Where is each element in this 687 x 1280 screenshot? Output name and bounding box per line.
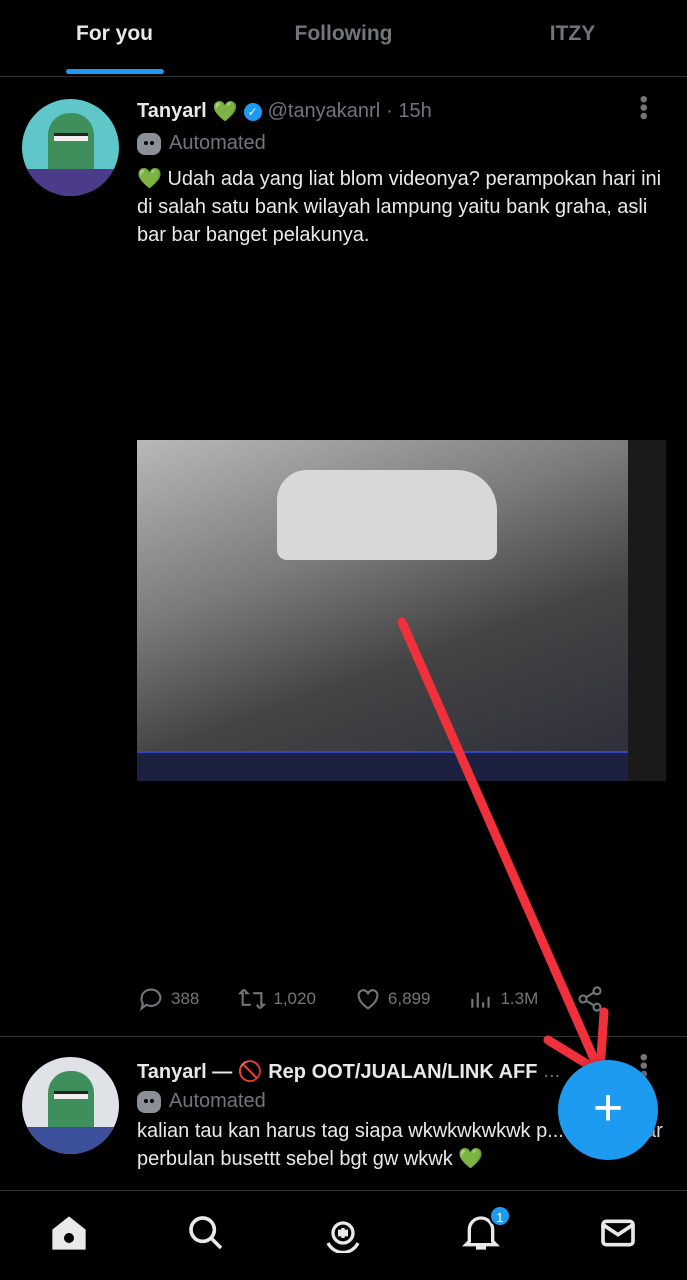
retweet-icon (238, 988, 267, 1010)
heart-icon (357, 989, 379, 1010)
nav-notifications[interactable]: 1 (461, 1205, 511, 1258)
nav-messages[interactable] (598, 1213, 638, 1258)
nav-home[interactable] (49, 1213, 89, 1258)
verified-icon: ✓ (243, 102, 262, 121)
notification-badge: 1 (488, 1205, 511, 1227)
author-name[interactable]: Tanyarl (137, 100, 207, 123)
automated-label: Automated (169, 132, 266, 154)
tab-following[interactable]: Following (229, 0, 458, 76)
timeline-tabs: For you Following ITZY (0, 0, 687, 77)
compose-button[interactable]: + (558, 1060, 658, 1160)
reply-button[interactable]: 388 (137, 985, 199, 1013)
nav-spaces[interactable] (323, 1213, 363, 1258)
name-ellipsis: ... (543, 1060, 561, 1082)
green-heart-icon: 💚 (212, 101, 238, 123)
tab-for-you[interactable]: For you (0, 0, 229, 76)
retweet-button[interactable]: 1,020 (237, 985, 316, 1013)
share-icon (578, 986, 602, 1012)
avatar[interactable] (22, 99, 119, 196)
nav-search[interactable] (186, 1213, 226, 1258)
author-handle[interactable]: @tanyakanrl (268, 100, 381, 123)
tweet-text: 💚 Udah ada yang liat blom videonya? pera… (137, 168, 662, 246)
like-button[interactable]: 6,899 (354, 985, 431, 1013)
reply-count: 388 (171, 989, 200, 1008)
automated-label: Automated (169, 1090, 266, 1112)
views-icon (471, 992, 491, 1008)
avatar[interactable] (22, 1057, 119, 1154)
plus-icon: + (592, 1079, 624, 1137)
search-icon (189, 1216, 223, 1250)
spaces-icon (326, 1221, 360, 1254)
author-name[interactable]: Tanyarl — 🚫 Rep OOT/JUALAN/LINK AFF (137, 1059, 537, 1084)
timestamp: · 15h (386, 100, 432, 122)
bot-icon (137, 1090, 161, 1113)
bot-icon (137, 132, 161, 155)
home-icon (52, 1216, 86, 1250)
tab-itzy[interactable]: ITZY (458, 0, 687, 76)
tweet-video[interactable] (137, 440, 666, 781)
bottom-nav: 1 (0, 1190, 687, 1280)
reply-icon (139, 988, 162, 1011)
views-button[interactable]: 1.3M (468, 985, 538, 1013)
share-button[interactable] (576, 985, 604, 1013)
tweet-actions: 388 1,020 6,899 1.3M (137, 985, 607, 1013)
views-count: 1.3M (500, 989, 539, 1008)
messages-icon (601, 1219, 636, 1247)
retweet-count: 1,020 (273, 989, 316, 1008)
like-count: 6,899 (387, 989, 431, 1008)
